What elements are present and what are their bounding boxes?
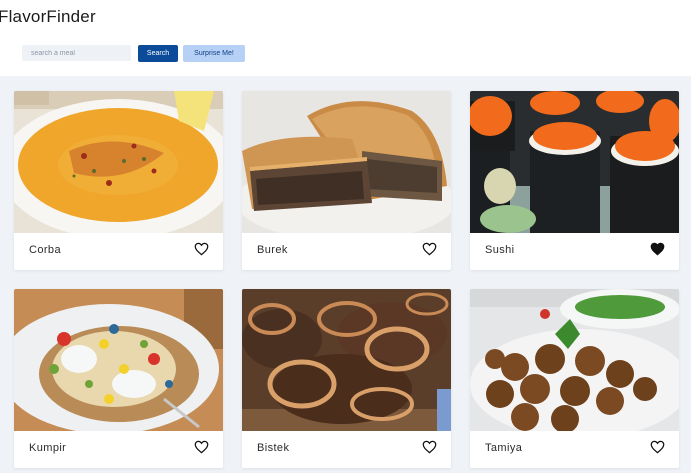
heart-icon[interactable] (422, 440, 437, 454)
meal-image[interactable] (470, 91, 679, 233)
search-input[interactable] (22, 45, 131, 61)
meal-card[interactable]: Burek (242, 91, 451, 270)
meal-card[interactable]: Kumpir (14, 289, 223, 468)
meal-image[interactable] (242, 91, 451, 233)
meal-name: Tamiya (485, 442, 523, 454)
app-title: FlavorFinder (0, 7, 96, 26)
meal-name: Sushi (485, 244, 515, 256)
meal-image[interactable] (14, 289, 223, 431)
meal-card[interactable]: Sushi (470, 91, 679, 270)
heart-icon[interactable] (422, 242, 437, 256)
meal-name: Burek (257, 244, 288, 256)
heart-icon[interactable] (194, 440, 209, 454)
meal-name: Bistek (257, 442, 290, 454)
meal-card[interactable]: Corba (14, 91, 223, 270)
meal-image[interactable] (242, 289, 451, 431)
search-button[interactable]: Search (138, 45, 178, 62)
header: FlavorFinder Search Surprise Me! (0, 0, 691, 76)
meal-name: Corba (29, 244, 61, 256)
meal-card[interactable]: Bistek (242, 289, 451, 468)
heart-icon[interactable] (650, 440, 665, 454)
meal-image[interactable] (14, 91, 223, 233)
heart-icon[interactable] (194, 242, 209, 256)
meal-name: Kumpir (29, 442, 67, 454)
heart-filled-icon[interactable] (650, 242, 665, 256)
meal-grid: Corba Burek Sushi Kumpir Bistek Tamiya (0, 76, 691, 473)
meal-image[interactable] (470, 289, 679, 431)
surprise-me-button[interactable]: Surprise Me! (183, 45, 245, 62)
meal-card[interactable]: Tamiya (470, 289, 679, 468)
